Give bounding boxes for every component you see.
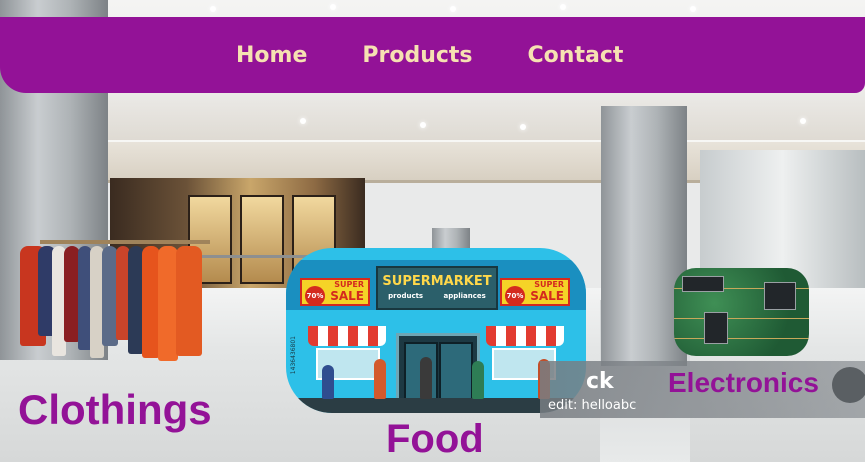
ceiling-light bbox=[300, 118, 306, 124]
credit-brand: ck bbox=[586, 369, 614, 394]
supermarket-sign: SUPERMARKET products appliances bbox=[376, 266, 498, 310]
pcb-chip bbox=[764, 282, 796, 310]
ceiling-light bbox=[520, 124, 526, 130]
sale-banner-right: 70% SUPER SALE bbox=[500, 278, 570, 306]
sale-percent: 70% bbox=[305, 286, 325, 306]
nav-products-link[interactable]: Products bbox=[362, 43, 472, 68]
ceiling-light bbox=[450, 6, 456, 12]
door-panel bbox=[439, 342, 473, 401]
ceiling-light bbox=[210, 6, 216, 12]
shopper bbox=[472, 361, 484, 399]
awning bbox=[486, 326, 564, 346]
side-code: 1436436801 bbox=[290, 336, 297, 375]
electronics-label[interactable]: Electronics bbox=[668, 367, 819, 399]
clothing-image[interactable] bbox=[18, 232, 210, 367]
nav-home-link[interactable]: Home bbox=[236, 43, 307, 68]
ceiling-light bbox=[690, 6, 696, 12]
sign-left: products bbox=[388, 292, 424, 300]
pcb-trace bbox=[674, 318, 809, 319]
pcb-chip bbox=[682, 276, 724, 292]
shop-window bbox=[240, 195, 284, 284]
ceiling-light bbox=[420, 122, 426, 128]
sign-title: SUPERMARKET bbox=[382, 274, 492, 289]
sign-right: appliances bbox=[443, 292, 486, 300]
credit-circle bbox=[832, 367, 865, 403]
shopper bbox=[420, 357, 432, 399]
market-door bbox=[396, 333, 480, 404]
garment bbox=[176, 246, 202, 356]
sign-sub: products appliances bbox=[378, 292, 496, 300]
nav-menu: Home Products Contact bbox=[236, 17, 678, 93]
pcb-chip bbox=[704, 312, 728, 344]
sale-percent: 70% bbox=[505, 286, 525, 306]
sale-banner-left: 70% SUPER SALE bbox=[300, 278, 370, 306]
pillar bbox=[432, 228, 470, 250]
ceiling-light bbox=[330, 4, 336, 10]
awning bbox=[308, 326, 386, 346]
credit-text: edit: helloabc bbox=[548, 398, 637, 413]
electronics-image[interactable] bbox=[674, 268, 809, 356]
shopper bbox=[322, 365, 334, 399]
nav-contact-link[interactable]: Contact bbox=[528, 43, 624, 68]
rack-bar bbox=[40, 240, 210, 244]
pcb-trace bbox=[674, 338, 809, 339]
garment bbox=[158, 246, 178, 361]
navbar: Home Products Contact bbox=[0, 17, 865, 93]
ceiling-light bbox=[800, 118, 806, 124]
clothings-label[interactable]: Clothings bbox=[18, 386, 212, 434]
shopper bbox=[374, 359, 386, 399]
food-label[interactable]: Food bbox=[386, 417, 484, 462]
ceiling-light bbox=[560, 4, 566, 10]
